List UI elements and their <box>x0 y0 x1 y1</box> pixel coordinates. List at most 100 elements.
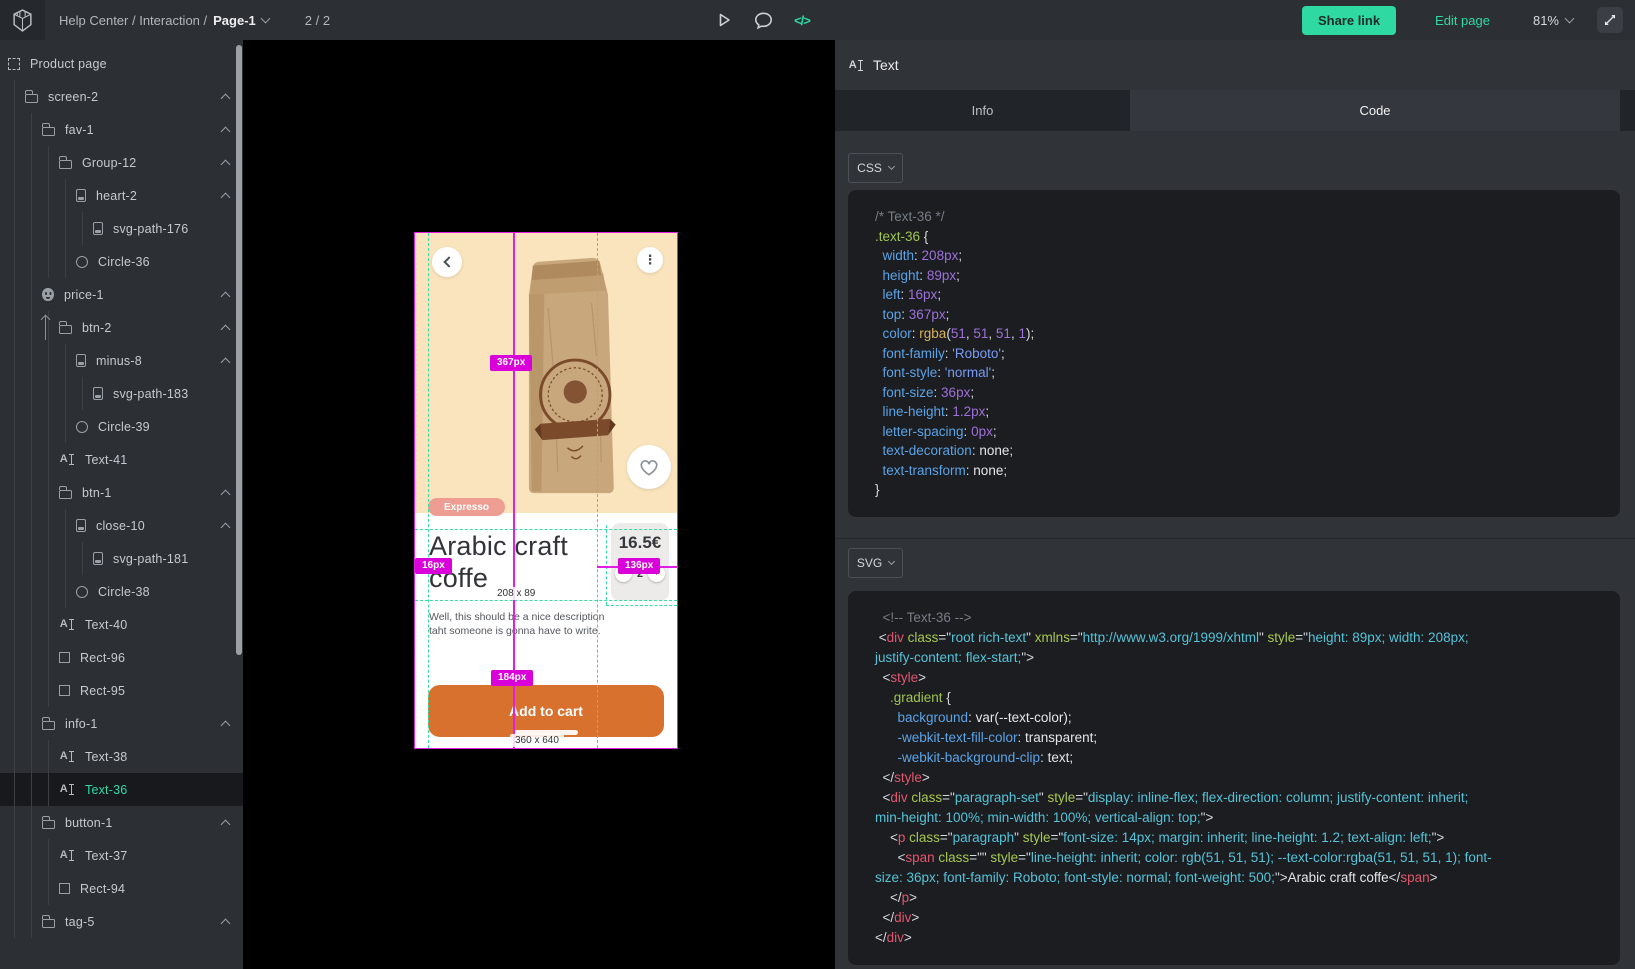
product-title[interactable]: Arabic craft coffe <box>429 530 601 595</box>
layer-svg-path-176[interactable]: svg-path-176 <box>0 212 243 245</box>
layer-screen-2[interactable]: screen-2 <box>0 80 243 113</box>
layer-info-1[interactable]: info-1 <box>0 707 243 740</box>
layer-text-40[interactable]: AText-40 <box>0 608 243 641</box>
collapse-chevron-icon[interactable] <box>221 94 231 104</box>
guide-horizontal-top <box>415 529 677 530</box>
collapse-chevron-icon[interactable] <box>221 127 231 137</box>
layer-fav-1[interactable]: fav-1 <box>0 113 243 146</box>
layer-rect-96[interactable]: Rect-96 <box>0 641 243 674</box>
layer-label: btn-1 <box>82 486 112 500</box>
layer-heart-2[interactable]: heart-2 <box>0 179 243 212</box>
layer-close-10[interactable]: close-10 <box>0 509 243 542</box>
favorite-button[interactable] <box>627 445 671 489</box>
tree-indent-guide <box>14 311 15 344</box>
text-layer-icon: A <box>59 452 75 468</box>
layer-product page[interactable]: Product page <box>0 47 243 80</box>
tree-indent-guide <box>31 905 32 938</box>
code-line: -webkit-text-fill-color: transparent; <box>875 728 1593 748</box>
layer-circle-36[interactable]: Circle-36 <box>0 245 243 278</box>
layer-text-41[interactable]: AText-41 <box>0 443 243 476</box>
layer-svg-path-181[interactable]: svg-path-181 <box>0 542 243 575</box>
tree-indent-guide <box>48 773 49 806</box>
code-line: <div class="root rich-text" xmlns="http:… <box>875 628 1593 648</box>
tab-code[interactable]: Code <box>1130 90 1620 131</box>
code-line: } <box>875 480 1593 500</box>
tree-indent-guide <box>14 80 15 113</box>
zoom-control[interactable]: 81% <box>1533 13 1573 28</box>
layer-btn-1[interactable]: btn-1 <box>0 476 243 509</box>
code-view-button[interactable]: </> <box>791 9 813 31</box>
layer-btn-2[interactable]: btn-2 <box>0 311 243 344</box>
layer-button-1[interactable]: button-1 <box>0 806 243 839</box>
layer-tag-5[interactable]: tag-5 <box>0 905 243 938</box>
tree-indent-guide <box>82 212 83 245</box>
collapse-chevron-icon[interactable] <box>221 523 231 533</box>
layer-circle-39[interactable]: Circle-39 <box>0 410 243 443</box>
collapse-chevron-icon[interactable] <box>221 358 231 368</box>
tree-indent-guide <box>14 212 15 245</box>
inspector-panel: A Text Info Code CSS /* Text-36 */.text-… <box>835 40 1635 969</box>
product-tag-badge[interactable]: Expresso <box>428 498 505 516</box>
tree-indent-guide <box>14 806 15 839</box>
more-options-button[interactable]: ⋮ <box>637 247 663 273</box>
inspector-header: A Text <box>835 40 1635 90</box>
design-canvas[interactable]: ⋮ Expresso Arabic craft coffe 16.5€ − 2 … <box>243 40 835 969</box>
tree-indent-guide <box>31 641 32 674</box>
layer-rect-95[interactable]: Rect-95 <box>0 674 243 707</box>
expand-arrows-icon <box>1603 13 1617 27</box>
tree-indent-guide <box>31 773 32 806</box>
tree-indent-guide <box>65 542 66 575</box>
code-line: font-size: 36px; <box>875 383 1593 403</box>
svg-code-block[interactable]: <!-- Text-36 --> <div class="root rich-t… <box>848 591 1620 965</box>
guide-vertical-right <box>597 233 598 748</box>
collapse-chevron-icon[interactable] <box>221 325 231 335</box>
collapse-chevron-icon[interactable] <box>221 160 231 170</box>
folder-layer-icon <box>42 127 55 136</box>
code-line: size: 36px; font-family: Roboto; font-st… <box>875 868 1593 888</box>
tree-indent-guide <box>48 608 49 641</box>
chevron-down-icon <box>888 558 895 565</box>
chevron-down-icon <box>1565 14 1575 24</box>
layer-svg-path-183[interactable]: svg-path-183 <box>0 377 243 410</box>
app-logo[interactable] <box>0 0 45 40</box>
layer-text-37[interactable]: AText-37 <box>0 839 243 872</box>
tab-info[interactable]: Info <box>835 90 1130 131</box>
svg-format-select[interactable]: SVG <box>848 548 903 578</box>
comment-button[interactable] <box>752 9 774 31</box>
collapse-chevron-icon[interactable] <box>221 820 231 830</box>
share-link-button[interactable]: Share link <box>1302 6 1396 35</box>
back-button[interactable] <box>432 247 462 277</box>
layer-circle-38[interactable]: Circle-38 <box>0 575 243 608</box>
layer-minus-8[interactable]: minus-8 <box>0 344 243 377</box>
fullscreen-button[interactable] <box>1597 7 1623 33</box>
layer-group-12[interactable]: Group-12 <box>0 146 243 179</box>
tree-indent-guide <box>31 575 32 608</box>
play-button[interactable] <box>713 9 735 31</box>
layer-price-1[interactable]: price-1 <box>0 278 243 311</box>
css-format-select[interactable]: CSS <box>848 153 903 183</box>
sidebar-scrollbar[interactable] <box>236 45 242 655</box>
layer-tree: Product pagescreen-2 fav-1 Group-12 heart-2… <box>0 40 243 938</box>
layer-label: Group-12 <box>82 156 136 170</box>
collapse-chevron-icon[interactable] <box>221 490 231 500</box>
product-page-frame[interactable]: ⋮ Expresso Arabic craft coffe 16.5€ − 2 … <box>415 233 677 748</box>
layer-text-36[interactable]: AText-36 <box>0 773 243 806</box>
tree-indent-guide <box>14 872 15 905</box>
css-code-block[interactable]: /* Text-36 */.text-36 { width: 208px; he… <box>848 190 1620 517</box>
collapse-chevron-icon[interactable] <box>221 193 231 203</box>
tree-indent-guide <box>82 542 83 575</box>
edit-page-link[interactable]: Edit page <box>1435 13 1490 28</box>
collapse-chevron-icon[interactable] <box>221 721 231 731</box>
breadcrumb[interactable]: Help Center / Interaction / Page-1 <box>59 13 269 28</box>
tree-indent-guide <box>31 146 32 179</box>
inspector-tabs: Info Code <box>835 90 1635 131</box>
page-counter: 2 / 2 <box>305 13 330 28</box>
coffee-bag-image <box>500 248 635 503</box>
code-icon: </> <box>794 13 810 28</box>
layer-label: fav-1 <box>65 123 94 137</box>
layer-rect-94[interactable]: Rect-94 <box>0 872 243 905</box>
layer-text-38[interactable]: AText-38 <box>0 740 243 773</box>
chevron-down-icon[interactable] <box>260 14 270 24</box>
collapse-chevron-icon[interactable] <box>221 292 231 302</box>
collapse-chevron-icon[interactable] <box>221 919 231 929</box>
